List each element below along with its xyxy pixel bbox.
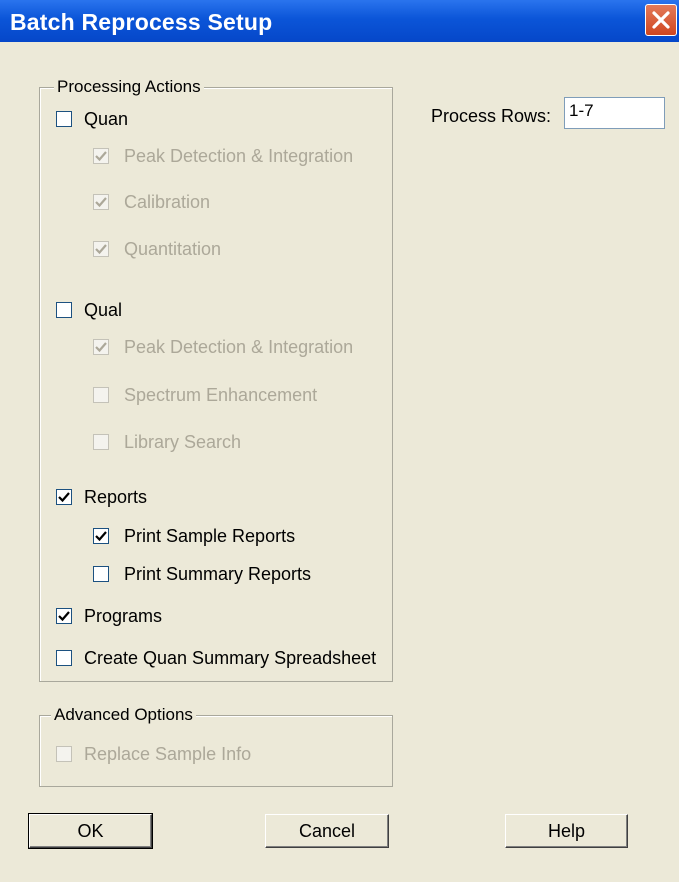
- spectrum-enhancement-checkbox[interactable]: [93, 387, 109, 403]
- processing-actions-legend: Processing Actions: [54, 77, 204, 97]
- print-sample-reports-checkbox[interactable]: [93, 528, 109, 544]
- programs-label: Programs: [84, 606, 163, 626]
- print-summary-reports-checkbox[interactable]: [93, 566, 109, 582]
- quan-peak-detection-label: Peak Detection & Integration: [124, 146, 354, 166]
- ok-button[interactable]: OK: [28, 813, 153, 849]
- process-rows-input[interactable]: 1-7: [564, 97, 665, 129]
- checkmark-icon: [95, 531, 107, 542]
- checkmark-icon: [58, 492, 70, 503]
- qual-label: Qual: [84, 300, 123, 320]
- checkmark-icon: [95, 342, 107, 353]
- spectrum-enhancement-label: Spectrum Enhancement: [124, 385, 318, 405]
- qual-peak-detection-label: Peak Detection & Integration: [124, 337, 354, 357]
- quan-calibration-checkbox[interactable]: [93, 194, 109, 210]
- print-summary-reports-label: Print Summary Reports: [124, 564, 312, 584]
- quan-summary-spreadsheet-label: Create Quan Summary Spreadsheet: [84, 648, 377, 668]
- close-icon: [652, 11, 670, 29]
- quan-peak-detection-checkbox[interactable]: [93, 148, 109, 164]
- advanced-options-legend: Advanced Options: [51, 705, 196, 725]
- reports-checkbox[interactable]: [56, 489, 72, 505]
- checkmark-icon: [58, 611, 70, 622]
- quan-summary-spreadsheet-checkbox[interactable]: [56, 650, 72, 666]
- window-title: Batch Reprocess Setup: [10, 9, 273, 35]
- qual-checkbox[interactable]: [56, 302, 72, 318]
- replace-sample-info-label: Replace Sample Info: [84, 744, 252, 764]
- replace-sample-info-checkbox[interactable]: [56, 746, 72, 762]
- quan-checkbox[interactable]: [56, 111, 72, 127]
- close-button[interactable]: [645, 4, 677, 36]
- quan-quantitation-checkbox[interactable]: [93, 241, 109, 257]
- library-search-label: Library Search: [124, 432, 242, 452]
- quan-calibration-label: Calibration: [124, 192, 211, 212]
- library-search-checkbox[interactable]: [93, 434, 109, 450]
- checkmark-icon: [95, 197, 107, 208]
- quan-quantitation-label: Quantitation: [124, 239, 222, 259]
- process-rows-value: 1-7: [569, 101, 594, 120]
- checkmark-icon: [95, 151, 107, 162]
- reports-label: Reports: [84, 487, 148, 507]
- dialog-body: Processing Actions Quan Peak Detection &…: [0, 42, 679, 882]
- checkmark-icon: [95, 244, 107, 255]
- cancel-button[interactable]: Cancel: [265, 814, 389, 848]
- print-sample-reports-label: Print Sample Reports: [124, 526, 296, 546]
- title-bar[interactable]: Batch Reprocess Setup: [0, 0, 679, 42]
- process-rows-label: Process Rows:: [431, 106, 552, 126]
- help-button[interactable]: Help: [505, 814, 628, 848]
- programs-checkbox[interactable]: [56, 608, 72, 624]
- quan-label: Quan: [84, 109, 129, 129]
- qual-peak-detection-checkbox[interactable]: [93, 339, 109, 355]
